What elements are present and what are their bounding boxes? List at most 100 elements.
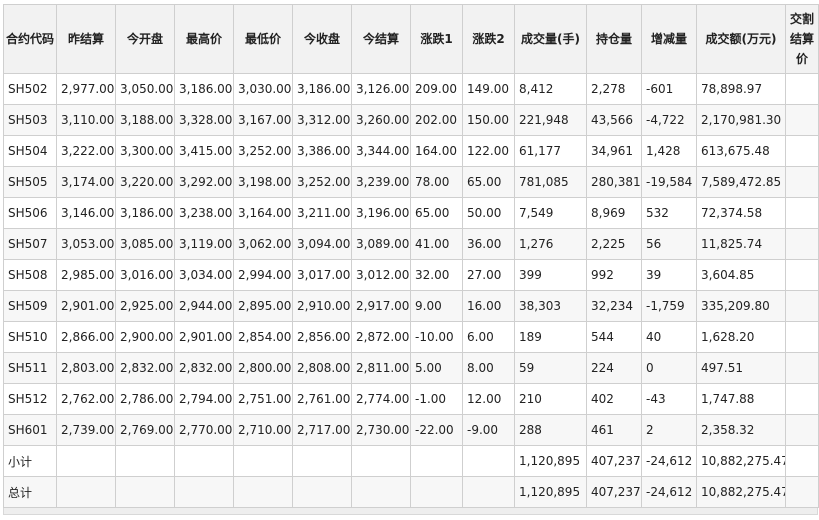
table-cell: 2,710.00 xyxy=(233,414,293,446)
table-cell: 3,344.00 xyxy=(351,135,411,167)
table-cell: 2,225 xyxy=(586,228,642,260)
table-cell: SH508 xyxy=(3,259,57,291)
table-cell: 0 xyxy=(641,352,697,384)
table-cell xyxy=(233,476,293,508)
table-cell: 497.51 xyxy=(696,352,786,384)
table-row: SH601 2,739.00 2,769.00 2,770.00 2,710.00 2,7… xyxy=(3,414,819,446)
table-cell: -43 xyxy=(641,383,697,415)
table-cell: 40 xyxy=(641,321,697,353)
table-cell: 8.00 xyxy=(462,352,515,384)
table-cell: 164.00 xyxy=(410,135,463,167)
table-cell xyxy=(785,383,819,415)
table-cell: 3,292.00 xyxy=(174,166,234,198)
table-cell: 12.00 xyxy=(462,383,515,415)
table-cell: SH510 xyxy=(3,321,57,353)
table-cell: 407,237 xyxy=(586,476,642,508)
table-cell: 209.00 xyxy=(410,73,463,105)
table-cell xyxy=(56,445,116,477)
table-cell: 150.00 xyxy=(462,104,515,136)
table-row: SH511 2,803.00 2,832.00 2,832.00 2,800.00 2,8… xyxy=(3,352,819,384)
table-cell: 221,948 xyxy=(514,104,587,136)
table-cell: 41.00 xyxy=(410,228,463,260)
table-cell: 3,110.00 xyxy=(56,104,116,136)
table-cell: 43,566 xyxy=(586,104,642,136)
table-cell: 3,062.00 xyxy=(233,228,293,260)
table-cell: 122.00 xyxy=(462,135,515,167)
table-cell: SH509 xyxy=(3,290,57,322)
table-cell: 7,549 xyxy=(514,197,587,229)
table-cell: 2,751.00 xyxy=(233,383,293,415)
table-cell: SH511 xyxy=(3,352,57,384)
table-cell: 1,747.88 xyxy=(696,383,786,415)
table-cell: 65.00 xyxy=(410,197,463,229)
table-cell: -4,722 xyxy=(641,104,697,136)
column-header: 成交额(万元) xyxy=(696,4,786,74)
table-row: SH504 3,222.00 3,300.00 3,415.00 3,252.00 3,3… xyxy=(3,135,819,167)
table-cell: 2,854.00 xyxy=(233,321,293,353)
table-cell: -10.00 xyxy=(410,321,463,353)
table-cell: 10,882,275.47 xyxy=(696,445,786,477)
table-row: SH508 2,985.00 3,016.00 3,034.00 2,994.00 3,0… xyxy=(3,259,819,291)
table-row: SH503 3,110.00 3,188.00 3,328.00 3,167.00 3,3… xyxy=(3,104,819,136)
table-cell: 2,769.00 xyxy=(115,414,175,446)
table-cell: 2,770.00 xyxy=(174,414,234,446)
column-header: 持仓量 xyxy=(586,4,642,74)
table-cell: 3,017.00 xyxy=(292,259,352,291)
table-cell xyxy=(115,476,175,508)
table-cell: 2,761.00 xyxy=(292,383,352,415)
header-row: 合约代码 昨结算 今开盘 最高价 最低价 今收盘 今结算 涨跌1 涨跌2 成交量(手) 持仓量 增减量… xyxy=(3,4,819,74)
column-header: 合约代码 xyxy=(3,4,57,74)
table-cell: 61,177 xyxy=(514,135,587,167)
table-cell: 288 xyxy=(514,414,587,446)
table-cell: 3,094.00 xyxy=(292,228,352,260)
table-cell: 3,030.00 xyxy=(233,73,293,105)
table-row: SH512 2,762.00 2,786.00 2,794.00 2,751.00 2,7… xyxy=(3,383,819,415)
table-cell: 335,209.80 xyxy=(696,290,786,322)
table-cell: 3,260.00 xyxy=(351,104,411,136)
table-cell xyxy=(785,290,819,322)
table-cell: 2,901.00 xyxy=(174,321,234,353)
table-cell: 2,717.00 xyxy=(292,414,352,446)
table-cell xyxy=(174,476,234,508)
table-cell: 2,994.00 xyxy=(233,259,293,291)
table-cell: 3,222.00 xyxy=(56,135,116,167)
table-cell: 2,774.00 xyxy=(351,383,411,415)
table-cell: 2,910.00 xyxy=(292,290,352,322)
table-cell: 532 xyxy=(641,197,697,229)
column-header: 交割结算价 xyxy=(785,4,819,74)
table-cell: 2,811.00 xyxy=(351,352,411,384)
table-cell: 3,146.00 xyxy=(56,197,116,229)
table-cell: 3,174.00 xyxy=(56,166,116,198)
table-cell: 613,675.48 xyxy=(696,135,786,167)
table-cell: 32.00 xyxy=(410,259,463,291)
table-cell: SH503 xyxy=(3,104,57,136)
table-cell xyxy=(785,414,819,446)
table-cell: 3,238.00 xyxy=(174,197,234,229)
table-cell: 402 xyxy=(586,383,642,415)
table-cell xyxy=(351,445,411,477)
table-row: SH510 2,866.00 2,900.00 2,901.00 2,854.00 2,8… xyxy=(3,321,819,353)
table-cell xyxy=(292,476,352,508)
table-cell: 3,089.00 xyxy=(351,228,411,260)
table-cell: -601 xyxy=(641,73,697,105)
table-cell: 781,085 xyxy=(514,166,587,198)
column-header: 涨跌2 xyxy=(462,4,515,74)
table-cell: 2,170,981.30 xyxy=(696,104,786,136)
table-row: SH502 2,977.00 3,050.00 3,186.00 3,030.00 3,1… xyxy=(3,73,819,105)
table-cell xyxy=(351,476,411,508)
table-cell: 10,882,275.47 xyxy=(696,476,786,508)
table-row: SH505 3,174.00 3,220.00 3,292.00 3,198.00 3,2… xyxy=(3,166,819,198)
table-cell xyxy=(410,476,463,508)
table-cell xyxy=(115,445,175,477)
table-cell: 65.00 xyxy=(462,166,515,198)
table-cell: -9.00 xyxy=(462,414,515,446)
table-cell: 280,381 xyxy=(586,166,642,198)
table-cell: 1,276 xyxy=(514,228,587,260)
table-cell: 11,825.74 xyxy=(696,228,786,260)
table-cell: 2 xyxy=(641,414,697,446)
table-cell: -19,584 xyxy=(641,166,697,198)
table-row: SH509 2,901.00 2,925.00 2,944.00 2,895.00 2,9… xyxy=(3,290,819,322)
table-cell: 2,856.00 xyxy=(292,321,352,353)
table-cell: 3,186.00 xyxy=(292,73,352,105)
table-cell: 2,901.00 xyxy=(56,290,116,322)
